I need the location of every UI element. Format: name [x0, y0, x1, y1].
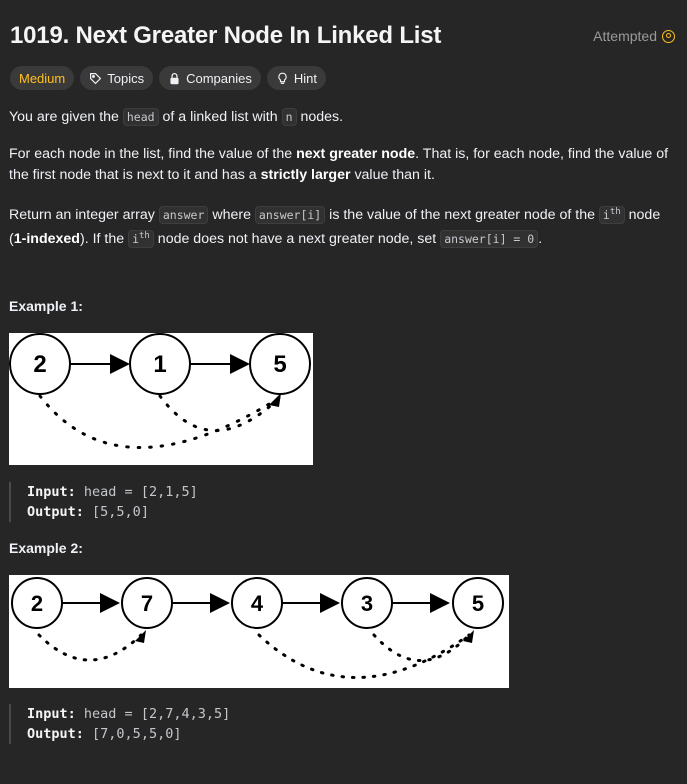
arrowhead [135, 630, 146, 643]
next-greater-arc [37, 633, 143, 662]
node-value: 5 [472, 591, 484, 616]
text: of a linked list with [158, 109, 282, 125]
inline-code: answer[i] = 0 [440, 229, 539, 248]
inline-code: answer [158, 205, 209, 224]
example-2-title: Example 2: [9, 540, 83, 556]
difficulty-label: Medium [19, 70, 66, 86]
example-2-diagram: 2 7 4 3 5 [9, 575, 509, 688]
inline-code: ith [128, 229, 154, 248]
next-greater-arc [158, 394, 279, 432]
topics-label: Topics [107, 70, 145, 86]
text: is the value of the next greater node of… [325, 206, 599, 223]
output-value: [7,0,5,5,0] [92, 726, 182, 742]
example-1-io: Input: head = [2,1,5] Output: [5,5,0] [9, 482, 198, 522]
inline-code: answer[i] [254, 205, 326, 224]
node-value: 2 [33, 351, 46, 378]
text: ). If the [79, 230, 129, 247]
title-row: 1019. Next Greater Node In Linked List A… [10, 20, 675, 52]
input-line: Input: head = [2,7,4,3,5] [27, 704, 230, 724]
input-label: Input: [27, 484, 76, 500]
tag-bar: Medium Topics Companies Hint [10, 66, 326, 90]
description-paragraph-2: For each node in the list, find the valu… [9, 144, 675, 186]
description-paragraph-1: You are given the head of a linked list … [9, 107, 675, 128]
node-value: 2 [31, 591, 43, 616]
text: Return an integer array [9, 206, 159, 223]
superscript: th [139, 230, 150, 241]
lightbulb-icon [278, 72, 287, 84]
attempted-icon [662, 29, 675, 43]
node-value: 3 [361, 591, 373, 616]
attempted-label: Attempted [593, 28, 657, 44]
input-line: Input: head = [2,1,5] [27, 482, 198, 502]
node-value: 4 [251, 591, 264, 616]
input-value: head = [2,7,4,3,5] [83, 706, 231, 722]
description-paragraph-3: Return an integer array answer where ans… [9, 202, 675, 250]
next-greater-arc [38, 394, 281, 449]
text: . [538, 230, 543, 247]
attempted-status: Attempted [593, 28, 675, 44]
lock-icon [170, 72, 179, 84]
hint-button[interactable]: Hint [266, 66, 326, 90]
input-label: Input: [27, 706, 76, 722]
arrowhead [269, 393, 281, 407]
companies-button[interactable]: Companies [159, 66, 261, 90]
example-1-diagram: 2 1 5 [9, 333, 313, 465]
text: i [602, 207, 610, 222]
output-line: Output: [5,5,0] [27, 502, 198, 522]
text: where [208, 206, 255, 223]
text: nodes. [296, 109, 344, 125]
companies-label: Companies [186, 70, 252, 86]
inline-code: n [281, 108, 297, 126]
problem-title[interactable]: 1019. Next Greater Node In Linked List [10, 22, 441, 50]
hint-label: Hint [293, 70, 317, 86]
output-value: [5,5,0] [92, 504, 149, 520]
arrowhead [463, 630, 474, 643]
problem-description-panel: 1019. Next Greater Node In Linked List A… [0, 0, 687, 784]
next-greater-arc [372, 633, 469, 662]
bold-text: 1-indexed [13, 230, 80, 247]
example-2-io: Input: head = [2,7,4,3,5] Output: [7,0,5… [9, 704, 230, 744]
output-label: Output: [27, 504, 84, 520]
superscript: th [609, 207, 621, 217]
example-1-title: Example 1: [9, 298, 83, 314]
tag-icon [90, 72, 102, 84]
bold-text: strictly larger [260, 167, 351, 183]
node-value: 5 [273, 351, 286, 378]
text: For each node in the list, find the valu… [9, 146, 297, 162]
text: node does not have a next greater node, … [153, 230, 441, 247]
difficulty-badge: Medium [10, 66, 75, 90]
inline-code: head [122, 108, 159, 126]
node-value: 7 [141, 591, 153, 616]
text: i [132, 231, 140, 246]
inline-code: ith [598, 205, 625, 224]
text: You are given the [9, 109, 123, 125]
bold-text: next greater node [296, 146, 416, 162]
output-label: Output: [27, 726, 84, 742]
input-value: head = [2,1,5] [83, 484, 198, 500]
output-line: Output: [7,0,5,5,0] [27, 724, 230, 744]
node-value: 1 [153, 351, 166, 378]
text: value than it. [350, 167, 435, 183]
topics-button[interactable]: Topics [80, 66, 154, 90]
